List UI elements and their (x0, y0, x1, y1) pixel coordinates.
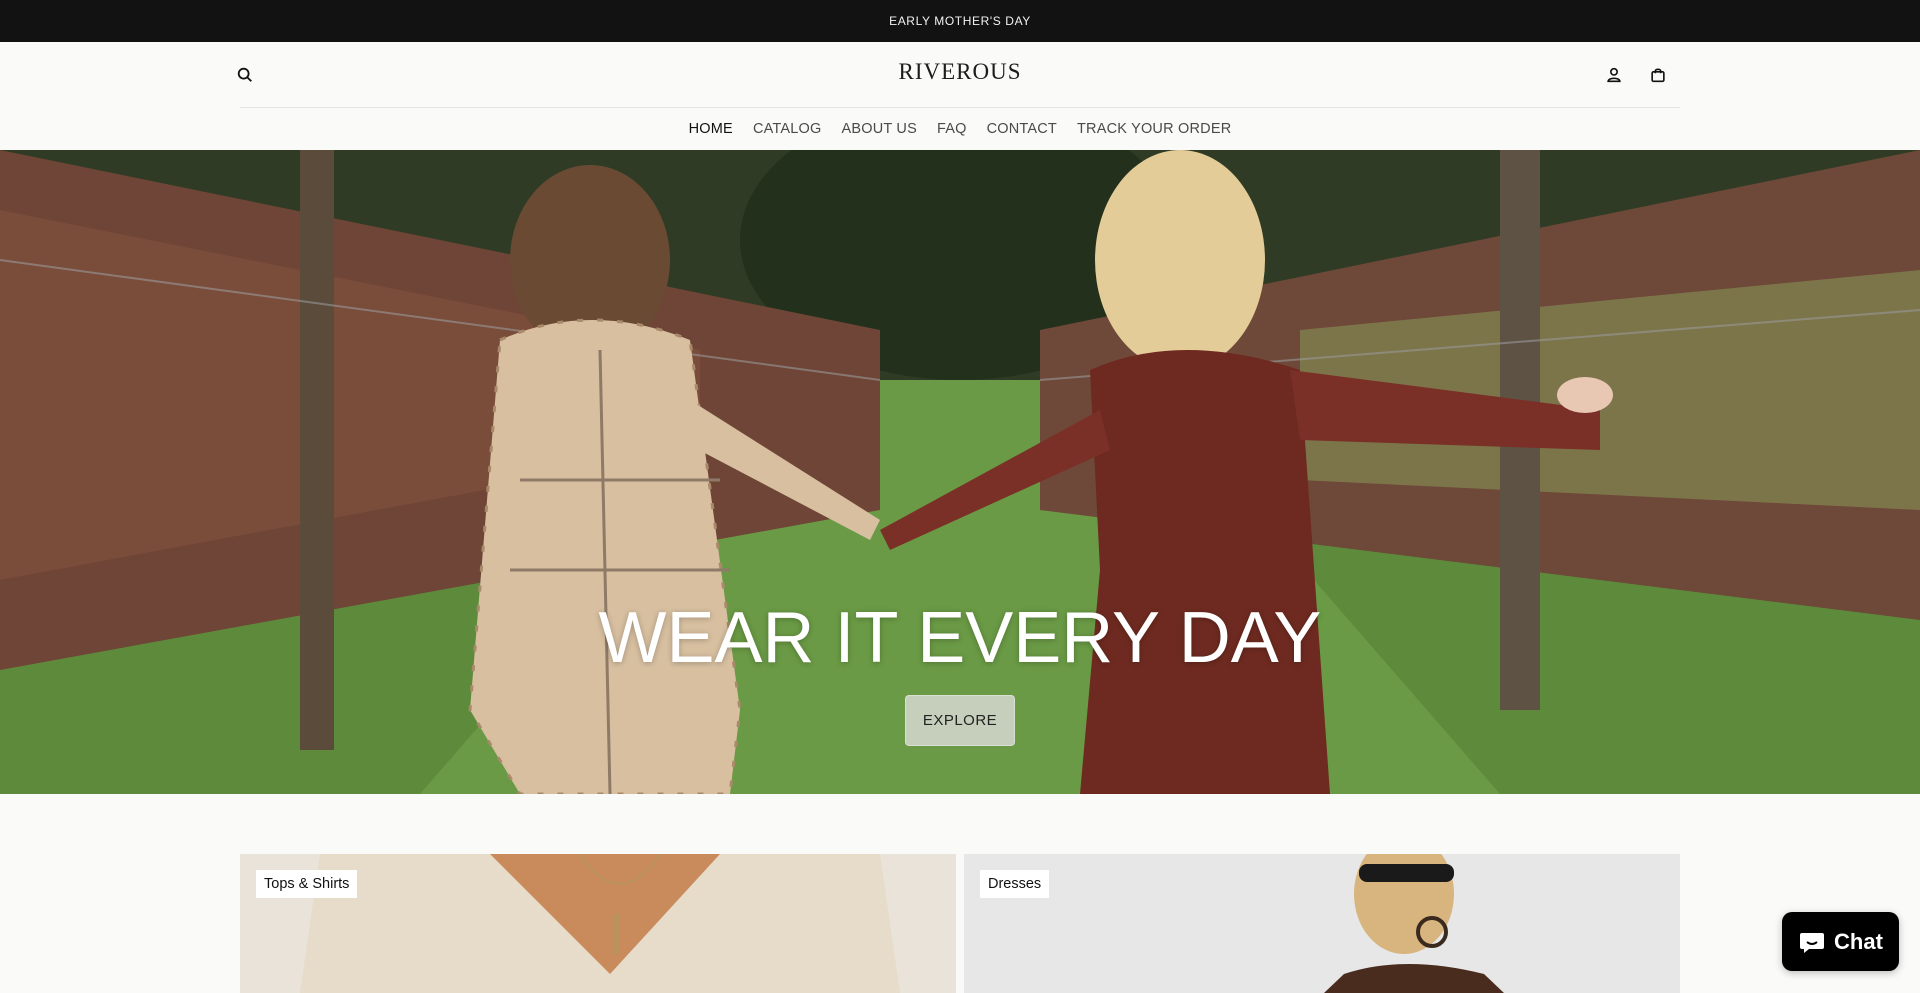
nav-item-catalog[interactable]: CATALOG (743, 121, 832, 137)
nav-item-about-us[interactable]: ABOUT US (831, 121, 926, 137)
hero-banner: WEAR IT EVERY DAY EXPLORE (0, 150, 1920, 794)
chat-bubble-icon (1800, 932, 1825, 953)
site-logo[interactable]: RIVEROUS (240, 59, 1680, 85)
hero-title: WEAR IT EVERY DAY (598, 598, 1322, 678)
collection-label[interactable]: Dresses (980, 870, 1050, 898)
announcement-bar: EARLY MOTHER'S DAY (0, 0, 1920, 42)
account-icon (1607, 67, 1621, 83)
nav-item-contact[interactable]: CONTACT (977, 121, 1067, 137)
site-header: RIVEROUS HOME CATALOG ABOUT US FAQ CONTA… (0, 42, 1920, 150)
announcement-text: EARLY MOTHER'S DAY (889, 14, 1031, 28)
collection-grid: Tops & Shirts Dresses (240, 854, 1680, 993)
collection-card-tops-shirts[interactable]: Tops & Shirts (240, 854, 956, 993)
collection-label[interactable]: Tops & Shirts (256, 870, 358, 898)
chat-label: Chat (1834, 928, 1883, 954)
collection-card-dresses[interactable]: Dresses (964, 854, 1680, 993)
explore-button[interactable]: EXPLORE (905, 695, 1015, 746)
cart-icon (1651, 68, 1665, 83)
nav-item-faq[interactable]: FAQ (927, 121, 977, 137)
header-row: RIVEROUS (237, 42, 1680, 108)
chat-button[interactable]: Chat (1782, 912, 1899, 971)
account-button[interactable] (1597, 58, 1631, 92)
main-nav: HOME CATALOG ABOUT US FAQ CONTACT TRACK … (0, 108, 1920, 150)
nav-item-track-your-order[interactable]: TRACK YOUR ORDER (1067, 121, 1241, 137)
cart-button[interactable] (1641, 58, 1675, 92)
nav-item-home[interactable]: HOME (679, 121, 743, 137)
dresses-image (964, 854, 1680, 993)
